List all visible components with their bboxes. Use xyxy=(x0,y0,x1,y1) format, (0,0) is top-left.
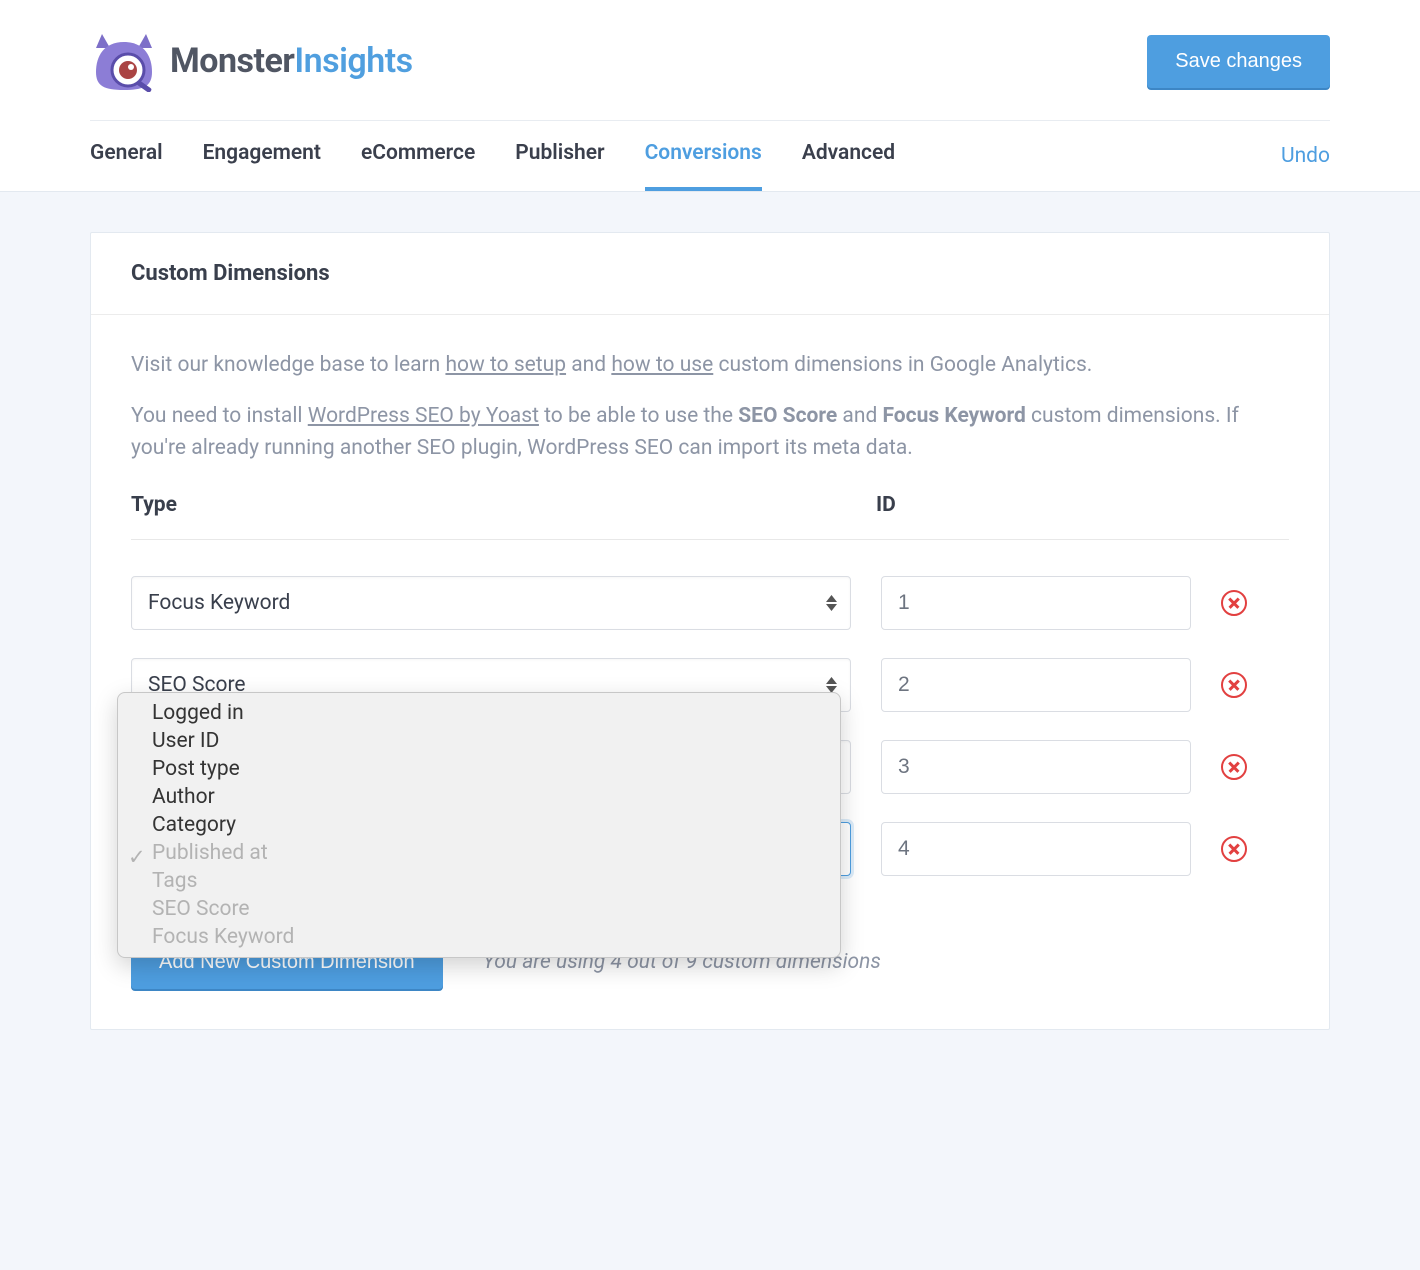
dropdown-option[interactable]: Category xyxy=(118,811,840,839)
column-header-id: ID xyxy=(876,493,1289,517)
header-bar: MonsterInsights Save changes General Eng… xyxy=(0,0,1420,192)
save-changes-button[interactable]: Save changes xyxy=(1147,35,1330,88)
custom-dimensions-panel: Custom Dimensions Visit our knowledge ba… xyxy=(90,232,1330,1030)
id-input[interactable] xyxy=(881,576,1191,630)
tab-engagement[interactable]: Engagement xyxy=(203,121,321,191)
yoast-seo-link[interactable]: WordPress SEO by Yoast xyxy=(308,404,539,428)
id-input[interactable] xyxy=(881,740,1191,794)
dropdown-option[interactable]: User ID xyxy=(118,727,840,755)
id-input[interactable] xyxy=(881,658,1191,712)
panel-body: Visit our knowledge base to learn how to… xyxy=(91,315,1329,1029)
tabs-row: General Engagement eCommerce Publisher C… xyxy=(90,121,1330,191)
column-header-type: Type xyxy=(131,493,876,517)
help-text-1: Visit our knowledge base to learn how to… xyxy=(131,349,1289,382)
tabs: General Engagement eCommerce Publisher C… xyxy=(90,121,895,191)
content: Custom Dimensions Visit our knowledge ba… xyxy=(0,192,1420,1070)
delete-row-icon[interactable] xyxy=(1221,590,1247,616)
tab-conversions[interactable]: Conversions xyxy=(645,121,762,191)
dropdown-option[interactable]: Author xyxy=(118,783,840,811)
dropdown-option: SEO Score xyxy=(118,895,840,923)
delete-row-icon[interactable] xyxy=(1221,672,1247,698)
delete-row-icon[interactable] xyxy=(1221,836,1247,862)
dimension-rows: Focus Keyword SEO Score xyxy=(131,576,1289,876)
column-headers: Type ID xyxy=(131,493,1289,540)
type-select[interactable]: Focus Keyword xyxy=(131,576,851,630)
header-row: MonsterInsights Save changes xyxy=(90,30,1330,121)
help-text-2: You need to install WordPress SEO by Yoa… xyxy=(131,400,1289,465)
brand-text: MonsterInsights xyxy=(170,41,413,81)
tab-publisher[interactable]: Publisher xyxy=(515,121,604,191)
dropdown-option: Tags xyxy=(118,867,840,895)
brand-logo: MonsterInsights xyxy=(90,30,413,92)
id-input[interactable] xyxy=(881,822,1191,876)
undo-link[interactable]: Undo xyxy=(1281,144,1330,168)
how-to-setup-link[interactable]: how to setup xyxy=(445,353,566,377)
delete-row-icon[interactable] xyxy=(1221,754,1247,780)
monster-icon xyxy=(90,30,158,92)
dimension-row: Focus Keyword xyxy=(131,576,1289,630)
dropdown-option: Focus Keyword xyxy=(118,923,840,951)
tab-advanced[interactable]: Advanced xyxy=(802,121,895,191)
dropdown-option[interactable]: Logged in xyxy=(118,699,840,727)
tab-ecommerce[interactable]: eCommerce xyxy=(361,121,475,191)
dropdown-option[interactable]: Post type xyxy=(118,755,840,783)
how-to-use-link[interactable]: how to use xyxy=(611,353,713,377)
tab-general[interactable]: General xyxy=(90,121,163,191)
dropdown-option: ✓Published at xyxy=(118,839,840,867)
type-dropdown-menu: Logged in User ID Post type Author Categ… xyxy=(117,692,841,958)
panel-title: Custom Dimensions xyxy=(91,233,1329,315)
